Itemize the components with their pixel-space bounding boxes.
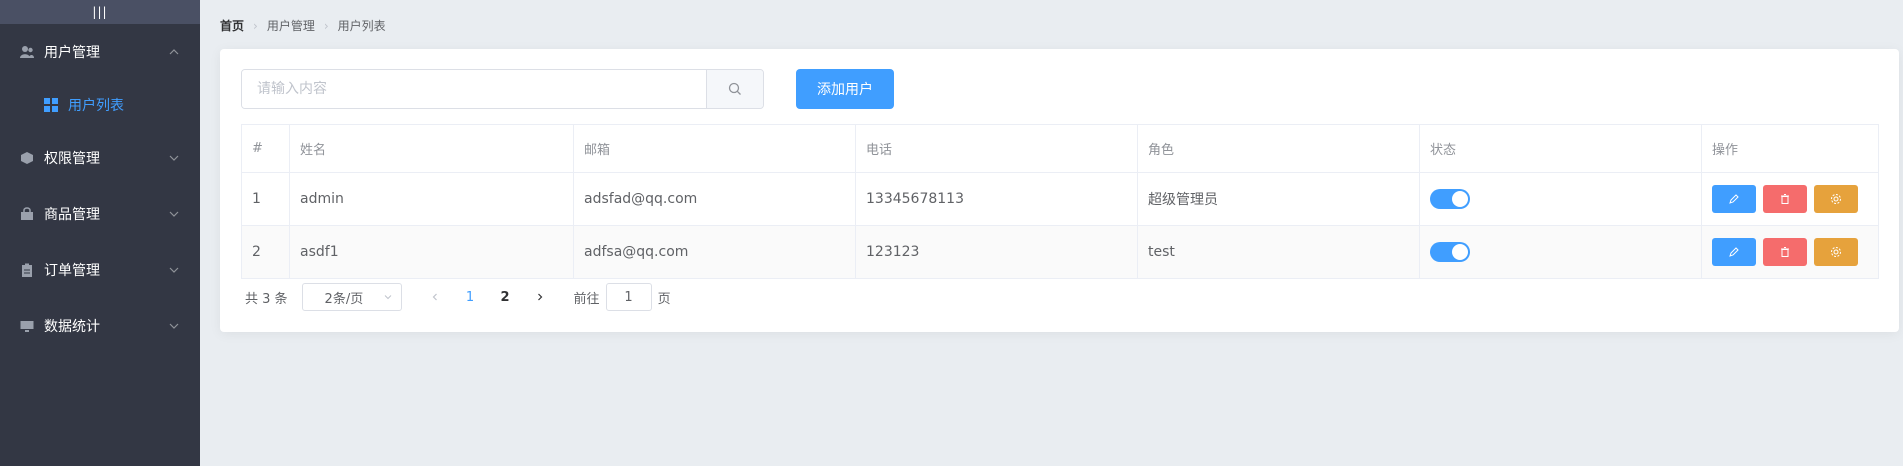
column-header-actions: 操作 xyxy=(1701,124,1879,173)
cell-index: 2 xyxy=(241,225,290,279)
cell-name: admin xyxy=(289,172,574,226)
goto-page-input[interactable] xyxy=(605,283,652,311)
toggle-knob xyxy=(1452,191,1468,207)
sidebar: ||| 用户管理 用户列表 权限管理 商品管理 订单管理 数据统计 xyxy=(0,0,200,466)
prev-page-button[interactable] xyxy=(418,283,453,311)
assign-role-button[interactable] xyxy=(1814,238,1858,266)
search-icon xyxy=(728,82,741,95)
submenu-item-user-list[interactable]: 用户列表 xyxy=(0,80,200,130)
pagination: 共 3 条 2条/页 1 2 前往 页 xyxy=(245,283,671,311)
search-button[interactable] xyxy=(706,70,763,108)
chevron-left-icon xyxy=(432,293,437,301)
column-header-phone: 电话 xyxy=(855,124,1138,173)
cell-status xyxy=(1419,225,1702,279)
page-number-2[interactable]: 2 xyxy=(488,283,523,311)
page-number-1[interactable]: 1 xyxy=(453,283,488,311)
cell-status xyxy=(1419,172,1702,226)
menu-item-data-statistics[interactable]: 数据统计 xyxy=(0,298,200,354)
next-page-button[interactable] xyxy=(523,283,558,311)
search-input[interactable] xyxy=(242,70,706,108)
page-size-value: 2条/页 xyxy=(324,291,364,307)
column-header-index: # xyxy=(241,124,290,173)
chevron-right-icon xyxy=(538,293,543,301)
status-toggle[interactable] xyxy=(1430,189,1470,209)
delete-button[interactable] xyxy=(1763,238,1807,266)
cell-actions xyxy=(1701,225,1879,279)
chevron-down-icon xyxy=(169,267,179,273)
page-suffix-label: 页 xyxy=(657,291,671,307)
menu-label: 商品管理 xyxy=(44,207,100,223)
status-toggle[interactable] xyxy=(1430,242,1470,262)
page-jumper: 前往 页 xyxy=(574,283,671,311)
table-header-row: # 姓名 邮箱 电话 角色 状态 操作 xyxy=(241,124,1879,173)
gear-icon xyxy=(1831,194,1841,204)
add-user-button[interactable]: 添加用户 xyxy=(796,69,894,109)
menu-label: 权限管理 xyxy=(44,151,100,167)
goto-label: 前往 xyxy=(573,291,600,307)
menu-item-order-management[interactable]: 订单管理 xyxy=(0,242,200,298)
clipboard-icon xyxy=(20,263,34,277)
cell-phone: 13345678113 xyxy=(855,172,1138,226)
delete-button[interactable] xyxy=(1763,185,1807,213)
edit-button[interactable] xyxy=(1712,185,1756,213)
assign-role-button[interactable] xyxy=(1814,185,1858,213)
users-icon xyxy=(20,45,34,59)
edit-icon xyxy=(1729,194,1739,204)
chevron-down-icon xyxy=(169,155,179,161)
breadcrumb-level1: 用户管理 xyxy=(266,19,315,33)
submenu-label: 用户列表 xyxy=(68,98,124,114)
page-size-select[interactable]: 2条/页 xyxy=(301,283,402,311)
table-row: 2 asdf1 adfsa@qq.com 123123 test xyxy=(241,225,1879,279)
cell-role: 超级管理员 xyxy=(1137,172,1420,226)
gear-icon xyxy=(1831,247,1841,257)
chevron-down-icon xyxy=(169,211,179,217)
trash-icon xyxy=(1781,194,1789,204)
column-header-name: 姓名 xyxy=(289,124,574,173)
menu-item-user-management[interactable]: 用户管理 xyxy=(0,24,200,80)
chevron-up-icon xyxy=(169,49,179,55)
grid-icon xyxy=(44,98,58,112)
menu-label: 用户管理 xyxy=(44,45,100,61)
cell-email: adfsa@qq.com xyxy=(573,225,856,279)
column-header-email: 邮箱 xyxy=(573,124,856,173)
column-header-role: 角色 xyxy=(1137,124,1420,173)
table-row: 1 admin adsfad@qq.com 13345678113 超级管理员 xyxy=(241,172,1879,226)
edit-button[interactable] xyxy=(1712,238,1756,266)
cell-name: asdf1 xyxy=(289,225,574,279)
user-list-card: 添加用户 # 姓名 邮箱 电话 角色 状态 操作 1 admin adsfad@… xyxy=(220,49,1899,332)
cell-index: 1 xyxy=(241,172,290,226)
user-table: # 姓名 邮箱 电话 角色 状态 操作 1 admin adsfad@qq.co… xyxy=(241,124,1879,279)
cell-actions xyxy=(1701,172,1879,226)
monitor-icon xyxy=(20,319,34,333)
menu-label: 订单管理 xyxy=(44,263,100,279)
chevron-right-icon: › xyxy=(323,18,329,33)
chevron-down-icon xyxy=(384,295,391,300)
pagination-total: 共 3 条 xyxy=(245,291,288,307)
chevron-right-icon: › xyxy=(253,18,258,33)
chevron-down-icon xyxy=(169,323,179,329)
box-icon xyxy=(20,151,34,165)
cell-phone: 123123 xyxy=(855,225,1138,279)
column-header-status: 状态 xyxy=(1419,124,1702,173)
breadcrumb-home-link[interactable]: 首页 xyxy=(220,17,244,34)
cell-email: adsfad@qq.com xyxy=(573,172,856,226)
bag-icon xyxy=(20,207,34,221)
menu-item-product-management[interactable]: 商品管理 xyxy=(0,186,200,242)
breadcrumb-level2: 用户列表 xyxy=(337,19,386,33)
menu-item-permission-management[interactable]: 权限管理 xyxy=(0,130,200,186)
cell-role: test xyxy=(1137,225,1420,279)
trash-icon xyxy=(1781,247,1789,257)
menu-label: 数据统计 xyxy=(44,319,100,335)
sidebar-toggle-button[interactable]: ||| xyxy=(0,0,200,24)
breadcrumb: 首页 › 用户管理 › 用户列表 xyxy=(220,17,386,34)
edit-icon xyxy=(1729,247,1739,257)
search-box xyxy=(241,69,764,109)
toggle-knob xyxy=(1452,244,1468,260)
